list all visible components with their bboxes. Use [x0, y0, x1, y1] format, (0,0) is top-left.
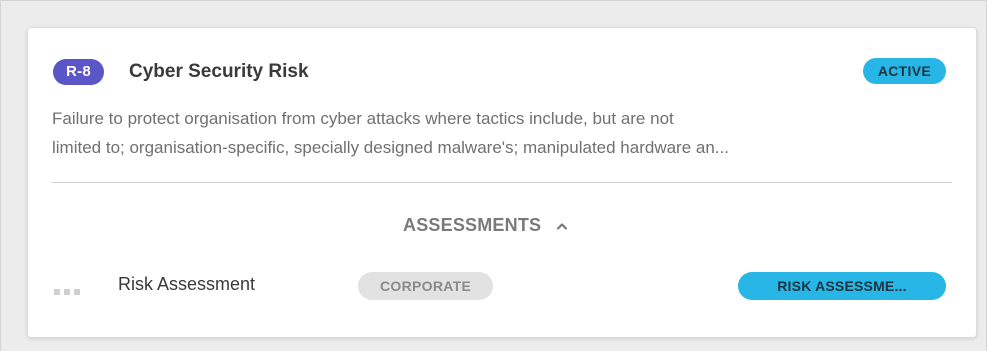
risk-title[interactable]: Cyber Security Risk [129, 59, 309, 85]
assessment-row[interactable]: Risk Assessment CORPORATE RISK ASSESSME.… [52, 268, 952, 302]
risk-description: Failure to protect organisation from cyb… [52, 104, 954, 162]
assessments-header: ASSESSMENTS [403, 215, 542, 235]
assessment-type-badge: RISK ASSESSME... [738, 272, 946, 300]
category-badge: CORPORATE [358, 272, 494, 300]
assessment-name[interactable]: Risk Assessment [118, 272, 255, 296]
drag-handle-icon[interactable] [54, 282, 80, 295]
risk-id-badge: R-8 [53, 59, 105, 85]
divider [52, 182, 952, 183]
chevron-up-icon [555, 219, 569, 233]
risk-description-line: Failure to protect organisation from cyb… [52, 109, 674, 128]
risk-description-line: limited to; organisation-specific, speci… [52, 138, 729, 157]
status-badge: ACTIVE [862, 58, 946, 84]
risk-card[interactable]: R-8 Cyber Security Risk ACTIVE Failure t… [27, 27, 977, 338]
assessments-toggle[interactable]: ASSESSMENTS [403, 215, 569, 236]
